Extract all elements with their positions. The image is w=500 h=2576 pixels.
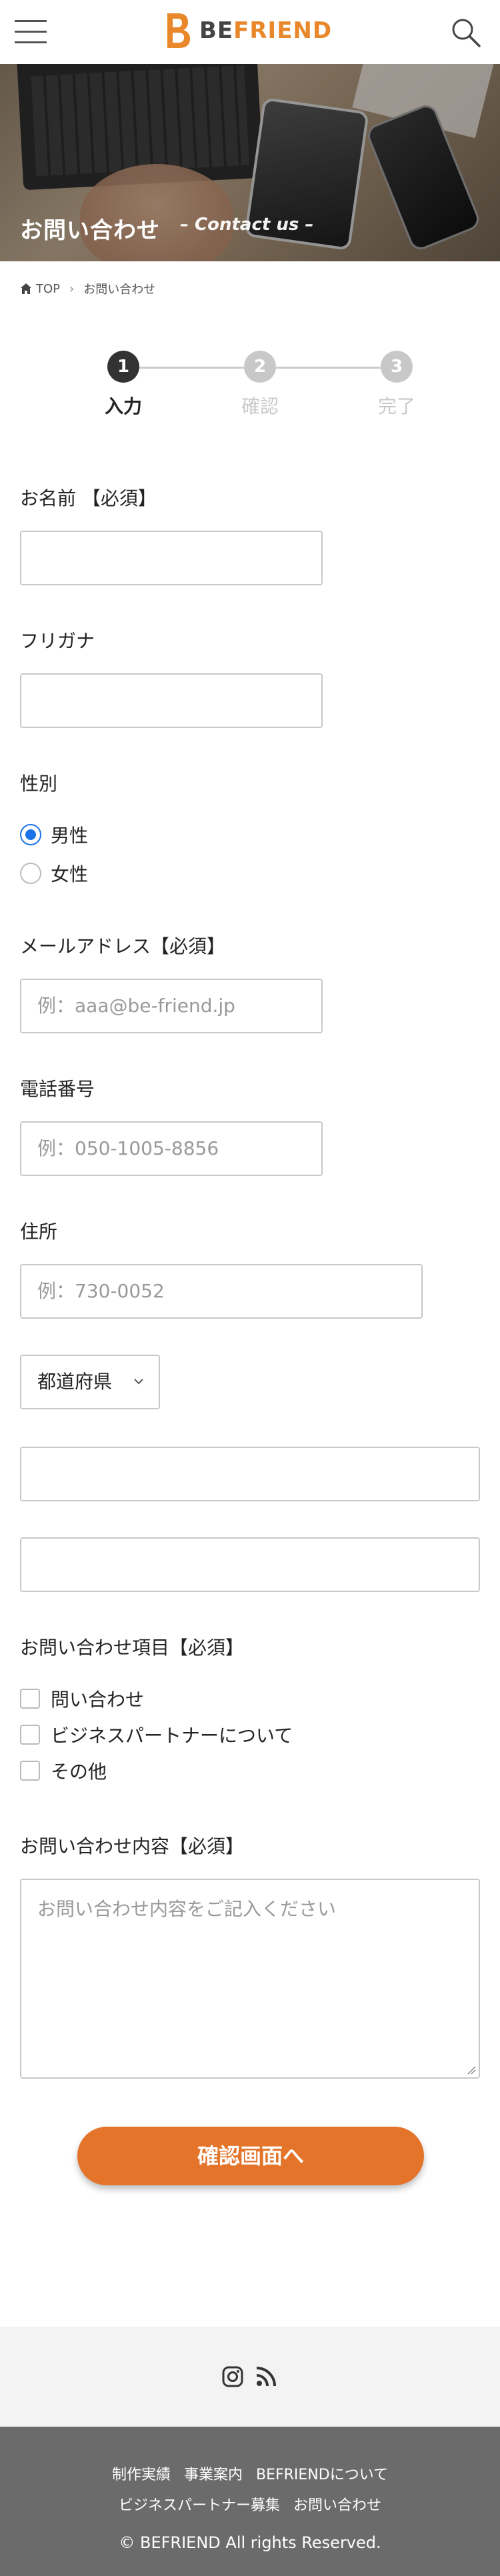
- instagram-icon[interactable]: [221, 2365, 244, 2388]
- breadcrumb-current: お問い合わせ: [83, 283, 156, 297]
- search-icon[interactable]: [449, 16, 483, 49]
- email-label: メールアドレス【必須】: [20, 935, 226, 957]
- social-bar: [0, 2327, 500, 2427]
- message-textarea[interactable]: お問い合わせ内容をご記入ください: [20, 1879, 480, 2079]
- name-label: お名前 【必須】: [20, 487, 157, 509]
- inquiry-type-option[interactable]: ビジネスパートナーについて: [20, 1721, 293, 1748]
- step-label: 完了: [377, 395, 415, 417]
- home-icon: [21, 283, 31, 294]
- step-number: 1: [107, 351, 139, 383]
- footer-link-contact[interactable]: お問い合わせ: [293, 2497, 381, 2514]
- phone-label: 電話番号: [20, 1078, 95, 1100]
- confirm-button[interactable]: 確認画面へ: [77, 2127, 424, 2185]
- inquiry-type-option[interactable]: 問い合わせ: [20, 1685, 144, 1712]
- inquiry-type-label: お問い合わせ項目【必須】: [20, 1637, 245, 1659]
- step-complete: 3 完了: [367, 351, 427, 419]
- message-placeholder: お問い合わせ内容をご記入ください: [37, 1898, 337, 1920]
- prefecture-select[interactable]: 都道府県: [20, 1355, 160, 1409]
- menu-icon[interactable]: [15, 20, 48, 44]
- resize-handle-icon[interactable]: [467, 2065, 476, 2075]
- site-logo[interactable]: BEFRIEND: [163, 9, 332, 52]
- step-label: 入力: [104, 395, 142, 417]
- gender-option-label: 男性: [51, 825, 89, 847]
- gender-label: 性別: [20, 773, 58, 795]
- inquiry-type-option-label: 問い合わせ: [51, 1689, 145, 1711]
- radio-button[interactable]: [20, 824, 41, 845]
- footer-link-partner[interactable]: ビジネスパートナー募集: [119, 2497, 280, 2514]
- kana-label: フリガナ: [20, 630, 95, 652]
- footer-link-about[interactable]: BEFRIENDについて: [256, 2467, 388, 2483]
- kana-input[interactable]: [20, 673, 323, 728]
- footer-link-works[interactable]: 制作実績: [112, 2467, 171, 2483]
- logo-text: BEFRIEND: [199, 17, 332, 44]
- logo-mark-icon: [167, 13, 190, 48]
- step-confirm: 2 確認: [230, 351, 290, 419]
- address-label: 住所: [20, 1221, 58, 1243]
- radio-button[interactable]: [20, 863, 41, 884]
- page-title: お問い合わせ: [20, 217, 160, 244]
- chevron-down-icon: [134, 1379, 143, 1385]
- hero-banner: お問い合わせ – Contact us –: [0, 64, 500, 261]
- gender-option-male[interactable]: 男性: [20, 821, 88, 848]
- prefecture-select-value: 都道府県: [37, 1371, 113, 1393]
- breadcrumb-separator: ›: [69, 281, 75, 296]
- page-subtitle: – Contact us –: [180, 215, 314, 235]
- footer-links: 制作実績 事業案内 BEFRIENDについて ビジネスパートナー募集 お問い合わせ: [0, 2460, 500, 2521]
- inquiry-type-option-label: その他: [51, 1761, 107, 1783]
- checkbox[interactable]: [20, 1761, 40, 1781]
- inquiry-type-option-label: ビジネスパートナーについて: [51, 1725, 293, 1747]
- footer-link-business[interactable]: 事業案内: [184, 2467, 243, 2483]
- step-number: 2: [244, 351, 276, 383]
- checkbox[interactable]: [20, 1725, 40, 1745]
- email-input[interactable]: 例：aaa@be-friend.jp: [20, 979, 323, 1033]
- gender-option-label: 女性: [51, 863, 89, 885]
- site-header: BEFRIEND: [0, 0, 500, 64]
- step-number: 3: [381, 351, 413, 383]
- step-label: 確認: [241, 395, 279, 417]
- site-footer: 制作実績 事業案内 BEFRIENDについて ビジネスパートナー募集 お問い合わせ ©…: [0, 2427, 500, 2576]
- breadcrumb-home-link[interactable]: TOP: [36, 282, 60, 296]
- progress-steps: 1 入力 2 確認 3 完了: [93, 351, 427, 424]
- address-line2-input[interactable]: [20, 1537, 480, 1592]
- address-line1-input[interactable]: [20, 1447, 480, 1501]
- message-label: お問い合わせ内容【必須】: [20, 1835, 245, 1857]
- name-input[interactable]: [20, 531, 323, 585]
- inquiry-type-option[interactable]: その他: [20, 1757, 107, 1784]
- step-input: 1 入力: [93, 351, 153, 419]
- phone-input[interactable]: 例：050-1005-8856: [20, 1121, 323, 1176]
- logo-text-be: BE: [199, 17, 234, 44]
- copyright: © BEFRIEND All rights Reserved.: [119, 2533, 381, 2552]
- gender-option-female[interactable]: 女性: [20, 860, 88, 887]
- zip-input[interactable]: 例：730-0052: [20, 1264, 423, 1319]
- logo-text-friend: FRIEND: [233, 17, 333, 44]
- checkbox[interactable]: [20, 1689, 40, 1709]
- breadcrumb: TOP › お問い合わせ: [20, 280, 155, 297]
- rss-icon[interactable]: [255, 2365, 277, 2388]
